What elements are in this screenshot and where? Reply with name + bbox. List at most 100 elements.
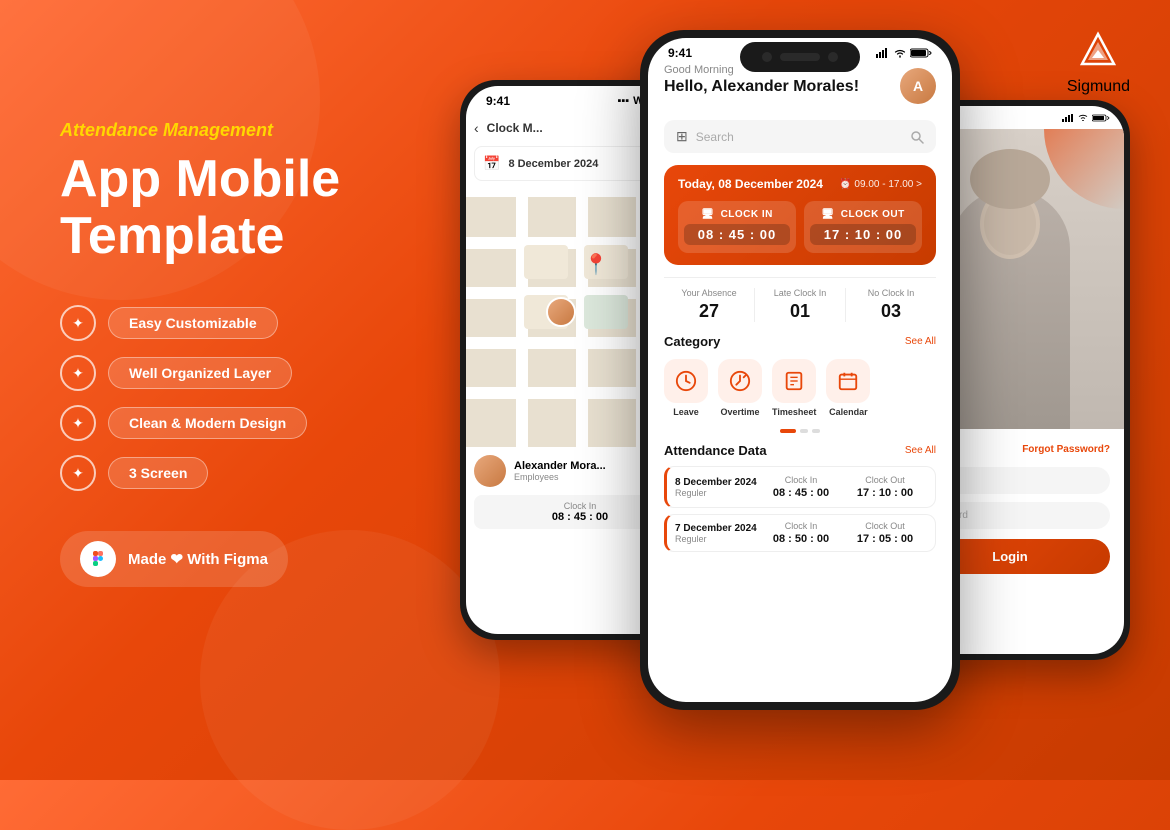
category-icons-row: Leave Overtime (664, 359, 936, 417)
attendance-title: Attendance Data (664, 443, 767, 458)
feature-icon-3: ✦ (60, 405, 96, 441)
dot-inactive-1 (800, 429, 808, 433)
cat-overtime[interactable]: Overtime (718, 359, 762, 417)
attendance-row-2: 7 December 2024 Reguler Clock In 08 : 50… (664, 514, 936, 552)
map-title: Clock M... (487, 121, 543, 135)
map-pin-2 (546, 297, 576, 327)
phone-main: 9:41 (640, 30, 960, 710)
back-arrow-icon[interactable]: ‹ (474, 120, 479, 136)
stat-no-clock-value: 03 (846, 301, 936, 322)
login-signal-icon (1062, 114, 1074, 122)
stat-absence: Your Absence 27 (664, 288, 755, 322)
clock-in-button[interactable]: 🖥 CLOCK IN 08 : 45 : 00 (678, 201, 796, 253)
cat-leave[interactable]: Leave (664, 359, 708, 417)
att-clock-in-1: 08 : 45 : 00 (759, 487, 843, 499)
stat-late: Late Clock In 01 (755, 288, 846, 322)
feature-item-4: ✦ 3 Screen (60, 455, 460, 491)
calendar-icon: 📅 (483, 155, 500, 172)
cat-timesheet[interactable]: Timesheet (772, 359, 816, 417)
notch-speaker (780, 53, 820, 61)
att-date-2: 7 December 2024 (675, 523, 759, 534)
stat-no-clock: No Clock In 03 (846, 288, 936, 322)
signal-icon (876, 48, 890, 58)
search-bar[interactable]: ⊞ Search (664, 120, 936, 153)
filter-icon: ⊞ (676, 128, 688, 145)
att-date-1: 8 December 2024 (675, 477, 759, 488)
main-status-icons (876, 48, 932, 58)
date-text: 8 December 2024 (508, 158, 598, 170)
login-battery-icon (1092, 114, 1110, 122)
attendance-section-header: Attendance Data See All (664, 443, 936, 458)
cat-calendar[interactable]: Calendar (826, 359, 870, 417)
clock-in-label: 🖥 CLOCK IN (684, 209, 790, 220)
att-clock-out-label-2: Clock Out (843, 521, 927, 531)
feature-item-3: ✦ Clean & Modern Design (60, 405, 460, 441)
figma-badge: Made ❤ With Figma (60, 531, 288, 587)
cat-overtime-label: Overtime (720, 407, 759, 417)
main-screen: 9:41 (648, 38, 952, 702)
feature-icon-2: ✦ (60, 355, 96, 391)
clock-out-label: 🖥 CLOCK OUT (810, 209, 916, 220)
feature-item-2: ✦ Well Organized Layer (60, 355, 460, 391)
figma-icon (80, 541, 116, 577)
phones-container: 9:41 ▪▪▪ WiFi 🔋 ‹ Clock M... 📅 8 Decembe… (440, 0, 1140, 780)
left-content: Attendance Management App Mobile Templat… (60, 120, 460, 587)
cat-leave-icon (664, 359, 708, 403)
stat-absence-value: 27 (664, 301, 754, 322)
att-clock-in-2: 08 : 50 : 00 (759, 533, 843, 545)
dot-inactive-2 (812, 429, 820, 433)
feature-label-3: Clean & Modern Design (108, 407, 307, 439)
phone-notch (740, 42, 860, 72)
feature-label-2: Well Organized Layer (108, 357, 292, 389)
battery-icon (910, 48, 932, 58)
cat-timesheet-icon (772, 359, 816, 403)
card-header: Today, 08 December 2024 ⏰ 09.00 - 17.00 … (678, 177, 922, 191)
clock-out-button[interactable]: 🖥 CLOCK OUT 17 : 10 : 00 (804, 201, 922, 253)
cat-calendar-label: Calendar (829, 407, 868, 417)
main-content: Good Morning Hello, Alexander Morales! A… (648, 64, 952, 552)
main-status-time: 9:41 (668, 46, 692, 60)
feature-label-4: 3 Screen (108, 457, 208, 489)
user-avatar[interactable]: A (900, 68, 936, 104)
att-clock-in-label-1: Clock In (759, 475, 843, 485)
wifi-icon (894, 48, 906, 58)
category-section-header: Category See All (664, 334, 936, 349)
stat-absence-label: Your Absence (664, 288, 754, 298)
cat-overtime-icon (718, 359, 762, 403)
cat-calendar-icon (826, 359, 870, 403)
greeting-main: Hello, Alexander Morales! (664, 78, 859, 96)
cat-leave-label: Leave (673, 407, 699, 417)
clock-in-time: 08 : 45 : 00 (684, 224, 790, 245)
stats-row: Your Absence 27 Late Clock In 01 No Cloc… (664, 277, 936, 322)
category-see-all[interactable]: See All (905, 336, 936, 347)
attendance-row-1: 8 December 2024 Reguler Clock In 08 : 45… (664, 466, 936, 508)
attendance-see-all[interactable]: See All (905, 445, 936, 456)
att-clock-out-1: 17 : 10 : 00 (843, 487, 927, 499)
attendance-card: Today, 08 December 2024 ⏰ 09.00 - 17.00 … (664, 165, 936, 265)
feature-icon-4: ✦ (60, 455, 96, 491)
search-icon (910, 130, 924, 144)
login-wifi-icon (1078, 114, 1088, 122)
att-clock-in-label-2: Clock In (759, 521, 843, 531)
person-role: Employees (514, 472, 606, 482)
notch-camera-2 (828, 52, 838, 62)
card-time-range: ⏰ 09.00 - 17.00 > (839, 179, 922, 190)
att-type-2: Reguler (675, 534, 759, 544)
search-text: Search (696, 130, 902, 144)
notch-camera (762, 52, 772, 62)
clock-buttons-row: 🖥 CLOCK IN 08 : 45 : 00 🖥 CLOCK OUT 17 :… (678, 201, 922, 253)
dot-active (780, 429, 796, 433)
subtitle: Attendance Management (60, 120, 460, 141)
stat-no-clock-label: No Clock In (846, 288, 936, 298)
cat-timesheet-label: Timesheet (772, 407, 816, 417)
dots-indicator (664, 429, 936, 433)
person-avatar (474, 455, 506, 487)
feature-item-1: ✦ Easy Customizable (60, 305, 460, 341)
features-list: ✦ Easy Customizable ✦ Well Organized Lay… (60, 305, 460, 491)
map-pin-1: 📍 (584, 252, 609, 277)
map-status-time: 9:41 (486, 94, 510, 108)
forgot-password-link[interactable]: Forgot Password? (1022, 444, 1110, 455)
login-status-icons (1062, 114, 1110, 122)
feature-icon-1: ✦ (60, 305, 96, 341)
stat-late-label: Late Clock In (755, 288, 845, 298)
